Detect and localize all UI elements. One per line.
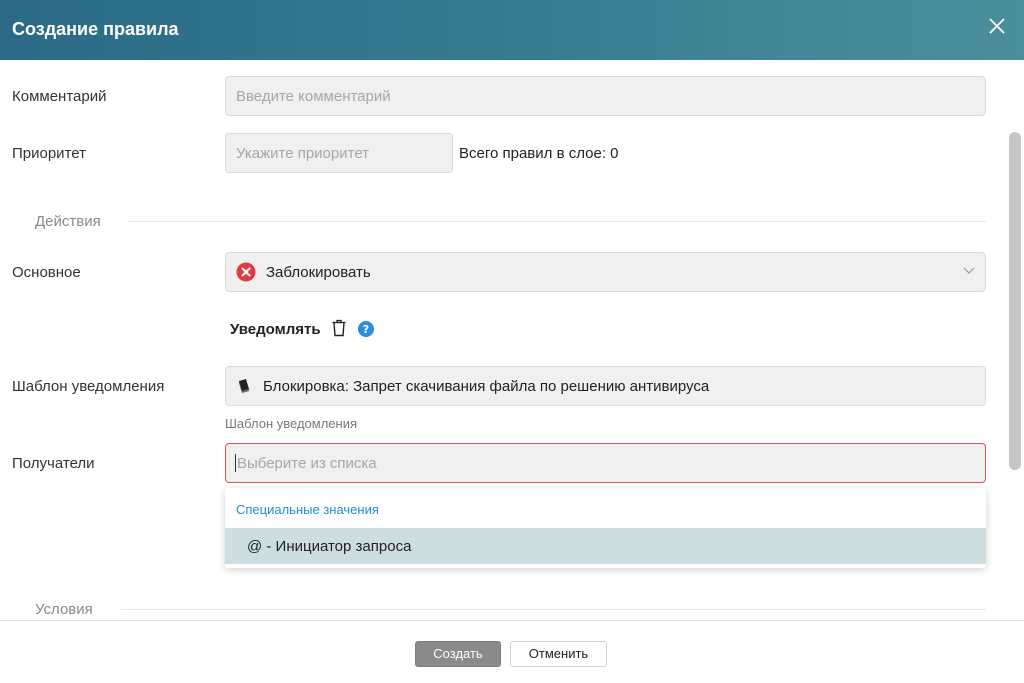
recipients-label: Получатели xyxy=(12,455,95,472)
svg-text:?: ? xyxy=(363,323,369,336)
chevron-down-icon xyxy=(963,267,975,274)
template-select[interactable]: Блокировка: Запрет скачивания файла по р… xyxy=(225,366,986,406)
create-button[interactable]: Создать xyxy=(415,641,501,667)
main-action-select[interactable]: Заблокировать xyxy=(225,252,986,292)
template-label: Шаблон уведомления xyxy=(12,378,165,395)
comment-placeholder: Введите комментарий xyxy=(236,88,391,105)
recipients-dropdown: Специальные значения @ - Инициатор запро… xyxy=(225,488,986,568)
dropdown-option-initiator[interactable]: @ - Инициатор запроса xyxy=(225,528,986,564)
cancel-button[interactable]: Отменить xyxy=(510,641,607,667)
recipients-input[interactable]: Выберите из списка xyxy=(225,443,986,483)
trash-icon[interactable] xyxy=(331,319,347,337)
dropdown-option-label: @ - Инициатор запроса xyxy=(247,538,412,555)
conditions-section-title: Условия xyxy=(35,601,93,618)
recipients-placeholder: Выберите из списка xyxy=(237,455,377,472)
book-icon xyxy=(239,379,249,393)
text-cursor xyxy=(235,454,236,472)
notify-label: Уведомлять xyxy=(230,321,321,338)
close-icon[interactable] xyxy=(988,17,1006,35)
priority-label: Приоритет xyxy=(12,145,86,162)
footer-divider xyxy=(0,620,1024,621)
main-action-value: Заблокировать xyxy=(266,264,371,281)
comment-input[interactable]: Введите комментарий xyxy=(225,76,986,116)
comment-label: Комментарий xyxy=(12,88,107,105)
conditions-divider xyxy=(121,609,986,610)
actions-section-title: Действия xyxy=(35,213,101,230)
main-action-label: Основное xyxy=(12,264,81,281)
total-rules-text: Всего правил в слое: 0 xyxy=(459,145,619,162)
dialog-header: Создание правила xyxy=(0,0,1024,60)
scrollbar-thumb[interactable] xyxy=(1009,132,1021,470)
priority-input[interactable]: Укажите приоритет xyxy=(225,133,453,173)
template-hint: Шаблон уведомления xyxy=(225,416,358,431)
dialog-title: Создание правила xyxy=(12,19,179,39)
actions-divider xyxy=(128,221,986,222)
priority-placeholder: Укажите приоритет xyxy=(236,145,370,162)
blocked-icon xyxy=(236,262,256,282)
help-icon[interactable]: ? xyxy=(358,321,374,337)
dropdown-group-label: Специальные значения xyxy=(236,502,379,517)
template-value: Блокировка: Запрет скачивания файла по р… xyxy=(263,378,710,395)
